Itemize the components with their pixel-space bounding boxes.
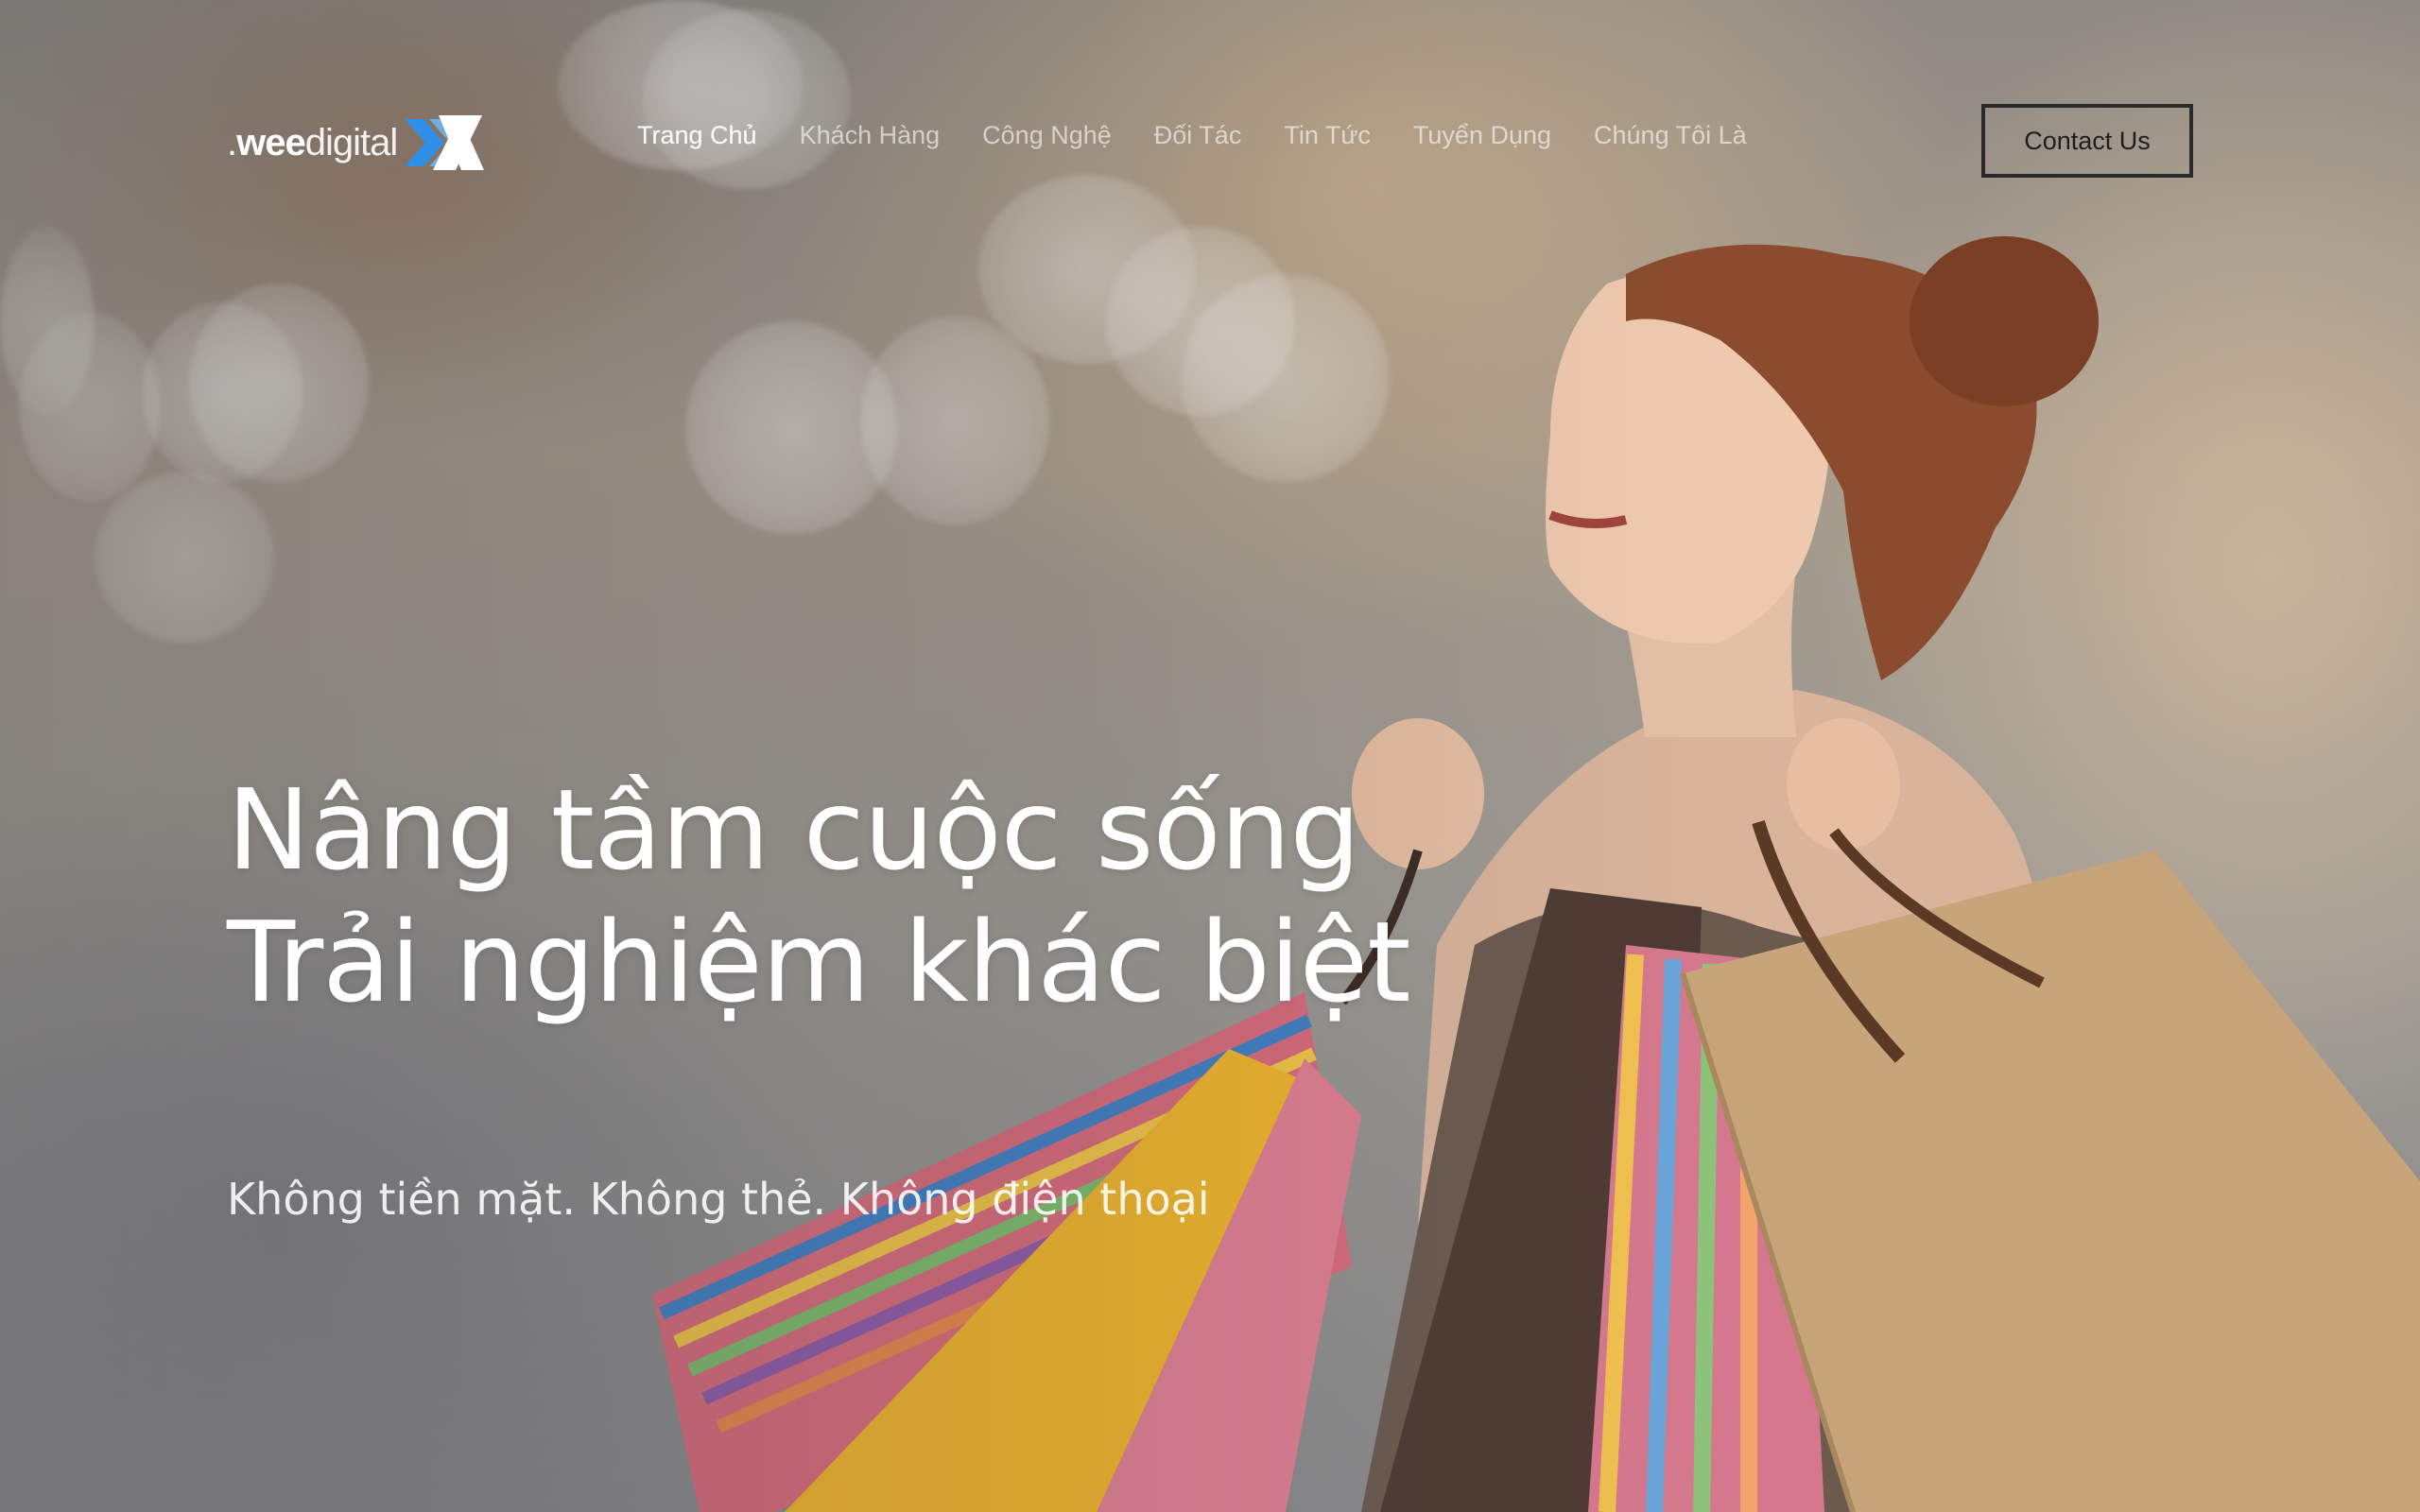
menu-item-tuyen-dung[interactable]: Tuyển Dụng [1413, 121, 1551, 150]
hero-overlay [0, 0, 2420, 1512]
menu-item-khach-hang[interactable]: Khách Hàng [800, 121, 941, 150]
hero-section: .weedigital Trang Chủ Khách Hàng Công Ng… [0, 0, 2420, 1512]
headline-line-1: Nâng tầm cuộc sống [227, 765, 1360, 895]
logo-dot: . [227, 121, 237, 163]
menu-item-trang-chu[interactable]: Trang Chủ [637, 121, 757, 150]
weedigital-logo[interactable]: .weedigital [227, 110, 486, 176]
menu-item-cong-nghe[interactable]: Công Nghệ [982, 121, 1112, 150]
main-menu: Trang Chủ Khách Hàng Công Nghệ Đối Tác T… [637, 121, 1789, 150]
logo-wee: wee [236, 121, 306, 163]
logo-wordmark: .weedigital [227, 121, 399, 164]
top-navigation: .weedigital Trang Chủ Khách Hàng Công Ng… [227, 104, 2193, 180]
hero-headline: Nâng tầm cuộc sống Trải nghiệm khác biệt [227, 764, 1411, 1028]
contact-us-button[interactable]: Contact Us [1981, 104, 2193, 178]
logo-digital: digital [304, 121, 399, 163]
menu-item-chung-toi-la[interactable]: Chúng Tôi Là [1594, 121, 1747, 150]
menu-item-doi-tac[interactable]: Đối Tác [1154, 121, 1242, 150]
logo-x-icon [405, 115, 485, 170]
hero-subline: Không tiền mặt. Không thẻ. Không điện th… [227, 1174, 1210, 1225]
headline-line-2: Trải nghiệm khác biệt [227, 897, 1411, 1027]
menu-item-tin-tuc[interactable]: Tin Tức [1284, 121, 1371, 150]
